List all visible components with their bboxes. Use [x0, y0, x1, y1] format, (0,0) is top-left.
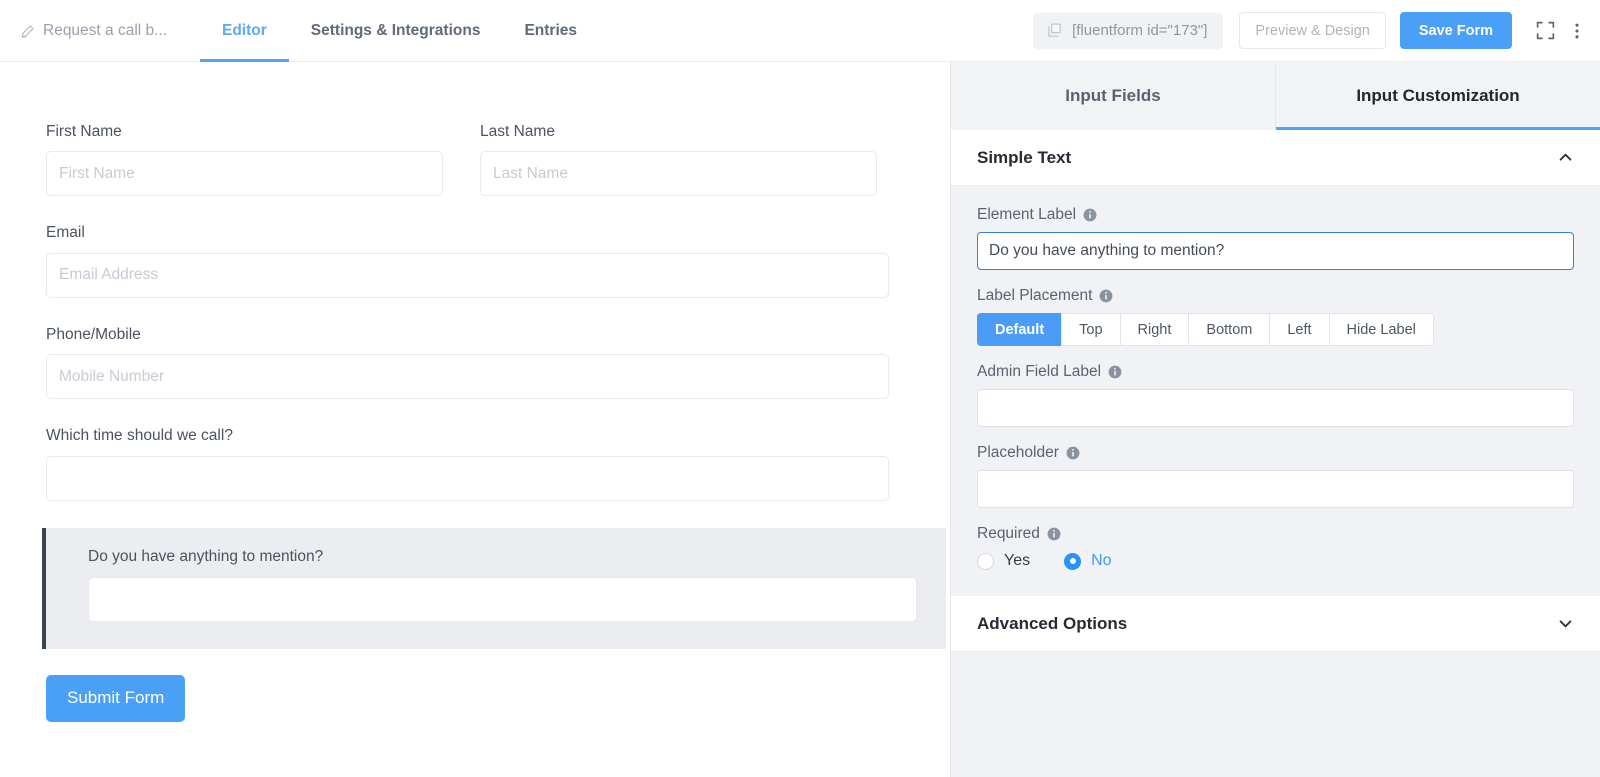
- field-label: Phone/Mobile: [46, 325, 141, 343]
- radio-checked-icon: [1064, 552, 1082, 570]
- tab-settings-integrations[interactable]: Settings & Integrations: [289, 0, 503, 62]
- tab-input-fields-label: Input Fields: [1065, 86, 1161, 105]
- field-label: Last Name: [480, 123, 555, 140]
- admin-field-label-text: Admin Field Label: [977, 363, 1102, 380]
- panel-empty-space: [951, 652, 1600, 777]
- tab-input-customization-label: Input Customization: [1356, 86, 1520, 105]
- admin-field-label-label: Admin Field Label: [977, 363, 1574, 381]
- save-form-button[interactable]: Save Form: [1399, 12, 1512, 49]
- tab-input-fields[interactable]: Input Fields: [951, 62, 1276, 130]
- label-placement-label: Label Placement: [977, 287, 1574, 305]
- placement-option-top[interactable]: Top: [1061, 313, 1120, 346]
- form-field-first-name[interactable]: First Name: [46, 122, 443, 197]
- placeholder-label: Placeholder: [977, 444, 1574, 462]
- placement-option-bottom[interactable]: Bottom: [1188, 313, 1270, 346]
- field-label: Do you have anything to mention?: [88, 547, 324, 565]
- info-icon[interactable]: [1108, 365, 1122, 379]
- element-label-text: Element Label: [977, 206, 1077, 223]
- radio-unchecked-icon: [977, 552, 994, 570]
- first-name-input[interactable]: [46, 151, 443, 197]
- required-label: Required: [977, 525, 1574, 543]
- advanced-options-title: Advanced Options: [977, 613, 1128, 633]
- fullscreen-button[interactable]: [1532, 18, 1558, 44]
- field-label: Which time should we call?: [46, 427, 233, 445]
- call-time-input[interactable]: [46, 455, 889, 501]
- simple-text-section-body: Element Label Label Placement: [951, 186, 1600, 596]
- form-field-phone[interactable]: Phone/Mobile: [46, 325, 889, 400]
- required-option-no[interactable]: No: [1064, 552, 1112, 570]
- field-label: First Name: [46, 123, 122, 140]
- form-title: Request a call b...: [43, 21, 168, 39]
- placement-option-right[interactable]: Right: [1119, 313, 1189, 346]
- info-icon[interactable]: [1047, 527, 1061, 541]
- placement-option-left[interactable]: Left: [1269, 313, 1329, 346]
- simple-text-title: Simple Text: [977, 147, 1072, 167]
- advanced-options-section-header[interactable]: Advanced Options: [951, 596, 1600, 652]
- placeholder-label-text: Placeholder: [977, 444, 1059, 461]
- form-title-group[interactable]: Request a call b...: [0, 22, 200, 40]
- editor-body: First Name Last Name Email Phone/Mobile: [0, 62, 1600, 777]
- settings-panel: Input Fields Input Customization Simple …: [950, 62, 1600, 777]
- expand-icon: [1535, 20, 1556, 41]
- mention-input[interactable]: [88, 576, 917, 622]
- chevron-up-icon[interactable]: [1557, 149, 1574, 166]
- required-label-text: Required: [977, 525, 1040, 542]
- preview-design-button[interactable]: Preview & Design: [1239, 12, 1386, 49]
- info-icon[interactable]: [1099, 289, 1113, 303]
- top-bar: Request a call b... Editor Settings & In…: [0, 0, 1600, 62]
- submit-form-button[interactable]: Submit Form: [46, 674, 186, 722]
- copy-icon: [1046, 22, 1063, 39]
- required-radio-group: Yes No: [977, 552, 1574, 570]
- required-no-label: No: [1091, 552, 1112, 569]
- tab-input-customization[interactable]: Input Customization: [1276, 62, 1600, 130]
- required-option-yes[interactable]: Yes: [977, 552, 1030, 570]
- last-name-input[interactable]: [480, 151, 877, 197]
- form-field-email[interactable]: Email: [46, 223, 889, 298]
- info-icon[interactable]: [1083, 208, 1097, 222]
- form-canvas: First Name Last Name Email Phone/Mobile: [0, 62, 950, 777]
- tab-entries-label: Entries: [524, 21, 577, 39]
- element-label-label: Element Label: [977, 206, 1574, 224]
- top-bar-actions: [fluentform id="173"] Preview & Design S…: [1033, 12, 1600, 49]
- setting-required: Required Yes No: [977, 525, 1574, 570]
- required-yes-label: Yes: [1004, 552, 1031, 569]
- chevron-down-icon[interactable]: [1557, 615, 1574, 632]
- tab-editor[interactable]: Editor: [200, 0, 289, 62]
- panel-tabs: Input Fields Input Customization: [951, 62, 1600, 130]
- simple-text-section-header[interactable]: Simple Text: [951, 130, 1600, 186]
- submit-area: Submit Form: [0, 649, 950, 722]
- form-field-mention-selected[interactable]: Do you have anything to mention?: [42, 527, 946, 649]
- shortcode-box[interactable]: [fluentform id="173"]: [1033, 12, 1224, 49]
- admin-field-label-input[interactable]: [977, 389, 1574, 427]
- phone-input[interactable]: [46, 354, 889, 400]
- shortcode-text: [fluentform id="173"]: [1072, 22, 1208, 39]
- main-nav-tabs: Editor Settings & Integrations Entries: [200, 0, 599, 62]
- form-editor-app: Request a call b... Editor Settings & In…: [0, 0, 1600, 777]
- field-label: Email: [46, 224, 85, 242]
- tab-editor-label: Editor: [222, 21, 267, 39]
- form-fields-list: First Name Last Name Email Phone/Mobile: [0, 122, 950, 501]
- setting-element-label: Element Label: [977, 206, 1574, 270]
- tab-entries[interactable]: Entries: [502, 0, 599, 62]
- placement-option-default[interactable]: Default: [977, 313, 1062, 346]
- placeholder-input[interactable]: [977, 470, 1574, 508]
- form-field-last-name[interactable]: Last Name: [480, 122, 877, 197]
- tab-settings-integrations-label: Settings & Integrations: [310, 21, 481, 39]
- pencil-icon: [20, 23, 36, 39]
- element-label-input[interactable]: [977, 232, 1574, 270]
- email-input[interactable]: [46, 252, 889, 298]
- vertical-dots-icon: [1567, 21, 1587, 41]
- setting-label-placement: Label Placement Default Top Right Bottom…: [977, 287, 1574, 346]
- form-field-call-time[interactable]: Which time should we call?: [46, 426, 889, 501]
- setting-placeholder: Placeholder: [977, 444, 1574, 508]
- label-placement-text: Label Placement: [977, 287, 1093, 304]
- more-options-button[interactable]: [1558, 18, 1584, 44]
- label-placement-button-group: Default Top Right Bottom Left Hide Label: [977, 313, 1574, 346]
- placement-option-hide-label[interactable]: Hide Label: [1328, 313, 1434, 346]
- setting-admin-field-label: Admin Field Label: [977, 363, 1574, 427]
- info-icon[interactable]: [1066, 446, 1080, 460]
- name-row: First Name Last Name: [46, 122, 904, 223]
